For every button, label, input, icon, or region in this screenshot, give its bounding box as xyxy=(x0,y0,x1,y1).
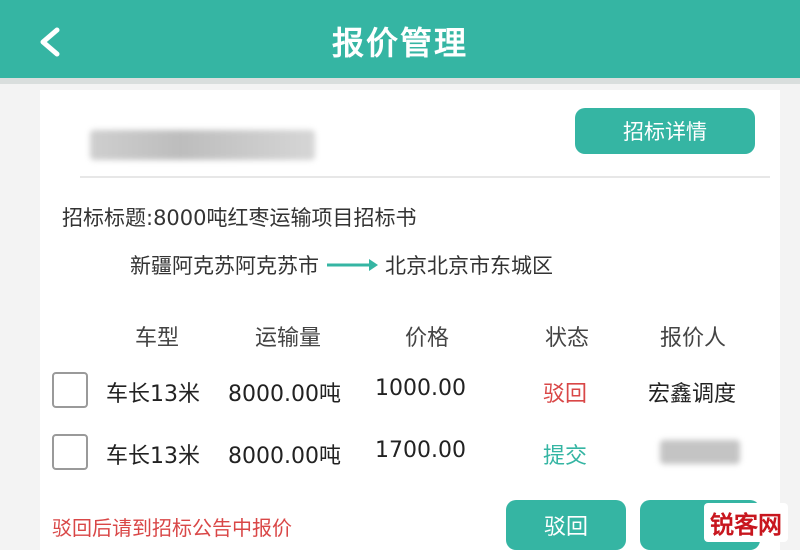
price-cell: 1000.00 xyxy=(375,376,466,401)
column-header-volume: 运输量 xyxy=(255,326,322,351)
row-checkbox[interactable] xyxy=(52,434,88,470)
tender-detail-button[interactable]: 招标详情 xyxy=(575,108,755,154)
row-checkbox[interactable] xyxy=(52,372,88,408)
table-row: 车长13米 8000.00吨 1000.00 驳回 宏鑫调度 xyxy=(40,366,780,416)
column-header-vehicle: 车型 xyxy=(135,326,180,351)
app-header: 报价管理 xyxy=(0,0,800,84)
quoter-cell: 宏鑫调度 xyxy=(648,382,737,407)
volume-cell: 8000.00吨 xyxy=(228,382,341,407)
column-header-price: 价格 xyxy=(405,326,450,351)
vehicle-cell: 车长13米 xyxy=(106,382,200,407)
route-origin: 新疆阿克苏阿克苏市 xyxy=(130,254,319,278)
vehicle-cell: 车长13米 xyxy=(106,444,200,469)
reject-note: 驳回后请到招标公告中报价 xyxy=(52,516,292,540)
route-destination: 北京北京市东城区 xyxy=(385,254,553,278)
table-row: 车长13米 8000.00吨 1700.00 提交 xyxy=(40,428,780,478)
route: 新疆阿克苏阿克苏市 北京北京市东城区 xyxy=(130,250,553,280)
watermark-logo: 锐客网 xyxy=(704,503,788,542)
page-title: 报价管理 xyxy=(331,24,468,62)
status-cell: 驳回 xyxy=(543,382,588,407)
divider xyxy=(80,176,770,178)
column-header-status: 状态 xyxy=(545,326,590,351)
quote-card: 招标详情 招标标题:8000吨红枣运输项目招标书 新疆阿克苏阿克苏市 北京北京市… xyxy=(40,90,780,550)
route-arrow-icon xyxy=(325,258,379,272)
company-name-redacted xyxy=(90,130,315,160)
quoter-cell-redacted xyxy=(660,438,740,470)
column-header-quoter: 报价人 xyxy=(660,326,727,351)
status-cell: 提交 xyxy=(543,444,588,469)
reject-button[interactable]: 驳回 xyxy=(506,500,626,550)
tender-title: 招标标题:8000吨红枣运输项目招标书 xyxy=(62,206,417,230)
price-cell: 1700.00 xyxy=(375,438,466,463)
volume-cell: 8000.00吨 xyxy=(228,444,341,469)
